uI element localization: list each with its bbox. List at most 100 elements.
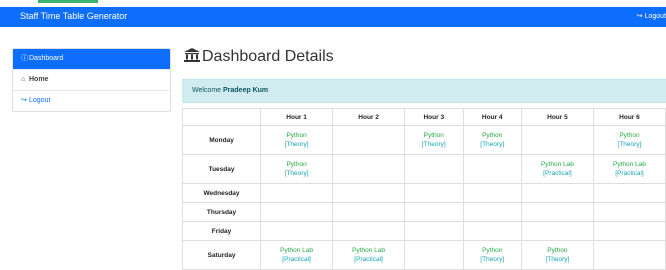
hour-header: Hour 6	[592, 108, 666, 126]
timetable-cell	[520, 221, 594, 241]
timetable-cell	[332, 183, 406, 203]
subject-name: Python	[286, 161, 307, 168]
timetable-cell	[404, 154, 464, 184]
table-row: Monday Python [Theory] Python [Theory] Python…	[181, 125, 666, 155]
timetable-cell: Python Lab [Practical]	[520, 154, 594, 184]
session-type: [Theory]	[480, 256, 505, 263]
timetable-cell	[404, 240, 464, 270]
timetable-cell: Python [Theory]	[520, 240, 594, 270]
subject-name: Python	[286, 132, 307, 139]
navbar: Staff Time Table Generator ↪ Logout	[0, 7, 666, 27]
hour-header: Hour 5	[520, 108, 594, 126]
timetable-cell	[332, 125, 406, 155]
session-type: [Theory]	[545, 256, 570, 263]
timetable-cell: Python Lab [Practical]	[592, 154, 666, 184]
timetable-cell	[462, 202, 522, 222]
subject-name: Python	[423, 132, 444, 139]
session-type: [Theory]	[284, 170, 309, 177]
hour-header: Hour 2	[332, 108, 406, 126]
timetable-cell	[520, 183, 594, 203]
session-type: [Theory]	[421, 141, 446, 148]
subject-name: Python	[482, 132, 503, 139]
sidebar-item-dashboard[interactable]: ⓘDashboard	[13, 49, 170, 69]
hour-header: Hour 4	[462, 108, 522, 126]
sidebar-item-label: Logout	[29, 97, 51, 104]
navbar-logout-link[interactable]: ↪ Logout	[637, 12, 666, 20]
subject-name: Python Lab	[613, 161, 646, 168]
home-icon: ⌂	[21, 76, 26, 83]
timetable-cell	[404, 202, 464, 222]
day-label: Tuesday	[181, 154, 262, 184]
welcome-prefix: Welcome	[192, 87, 222, 94]
day-label: Wednesday	[181, 183, 262, 203]
user-name: Pradeep Kum	[223, 87, 269, 94]
page-title-text: Dashboard Details	[202, 48, 334, 65]
table-row: Tuesday Python [Theory] Python Lab [Practica…	[181, 154, 666, 184]
day-label: Friday	[181, 221, 262, 241]
timetable-cell	[332, 221, 406, 241]
sign-out-icon: ↪	[636, 13, 643, 20]
subject-name: Python	[547, 247, 568, 254]
table-row: Thursday	[181, 202, 666, 222]
sidebar-item-label: Home	[29, 76, 49, 83]
sidebar: ⓘDashboard ⌂ Home ↪ Logout	[12, 48, 171, 112]
subject-name: Python Lab	[352, 247, 386, 254]
session-type: [Theory]	[480, 141, 505, 148]
timetable-cell	[332, 202, 406, 222]
sidebar-item-home[interactable]: ⌂ Home	[13, 69, 170, 90]
session-type: [Practical]	[282, 256, 311, 263]
app-brand[interactable]: Staff Time Table Generator	[20, 11, 127, 21]
welcome-banner: Welcome Pradeep Kum	[182, 79, 666, 103]
timetable-cell	[260, 202, 334, 222]
browser-tab-indicator	[38, 0, 98, 3]
table-row: Saturday Python Lab [Practical] Python Lab […	[181, 240, 666, 270]
subject-name: Python Lab	[540, 161, 574, 168]
timetable-cell: Python [Theory]	[592, 125, 666, 155]
subject-name: Python	[619, 132, 640, 139]
timetable-cell	[592, 240, 666, 270]
session-type: [Practical]	[354, 256, 383, 263]
timetable-cell	[462, 221, 522, 241]
timetable-cell	[462, 183, 522, 203]
timetable-cell: Python [Theory]	[462, 125, 522, 155]
session-type: [Practical]	[615, 170, 644, 177]
timetable-cell	[520, 125, 594, 155]
timetable-cell: Python Lab [Practical]	[332, 240, 406, 270]
timetable-cell: Python [Theory]	[404, 125, 464, 155]
table-row: Wednesday	[181, 183, 666, 203]
table-row: Friday	[181, 221, 666, 241]
timetable-header-row: Hour 1 Hour 2 Hour 3 Hour 4 Hour 5 Hour …	[181, 108, 666, 126]
sign-out-icon: ↪	[21, 97, 27, 104]
timetable-cell: Python [Theory]	[260, 125, 334, 155]
corner-cell	[181, 108, 262, 126]
day-label: Saturday	[181, 240, 262, 270]
timetable-cell: Python [Theory]	[260, 154, 334, 184]
hour-header: Hour 3	[404, 108, 464, 126]
timetable-cell: Python [Theory]	[462, 240, 522, 270]
bank-icon	[184, 48, 200, 62]
timetable-cell	[404, 183, 464, 203]
timetable-cell: Python Lab [Practical]	[260, 240, 334, 270]
timetable-cell	[592, 221, 666, 241]
timetable-cell	[260, 183, 334, 203]
timetable: Hour 1 Hour 2 Hour 3 Hour 4 Hour 5 Hour …	[181, 108, 666, 270]
navbar-logout-label: Logout	[644, 13, 666, 20]
session-type: [Practical]	[543, 170, 572, 177]
timetable-cell	[520, 202, 594, 222]
session-type: [Theory]	[617, 141, 642, 148]
timetable-cell	[404, 221, 464, 241]
timetable-cell	[462, 154, 522, 184]
subject-name: Python Lab	[280, 247, 314, 254]
day-label: Thursday	[181, 202, 262, 222]
timetable-cell	[592, 183, 666, 203]
timetable-cell	[592, 202, 666, 222]
info-circle-icon: ⓘ	[21, 55, 28, 62]
hour-header: Hour 1	[260, 108, 334, 126]
timetable-cell	[260, 221, 334, 241]
timetable-cell	[332, 154, 406, 184]
sidebar-item-label: Dashboard	[29, 55, 64, 62]
sidebar-item-logout[interactable]: ↪ Logout	[13, 90, 170, 111]
session-type: [Theory]	[284, 141, 309, 148]
page-title: Dashboard Details	[184, 48, 334, 66]
subject-name: Python	[482, 247, 503, 254]
